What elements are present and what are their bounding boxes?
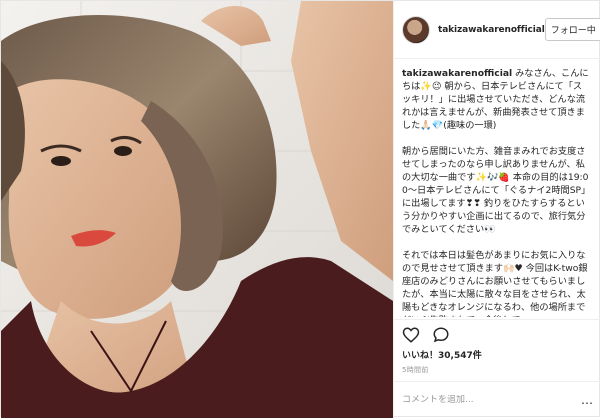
heart-icon[interactable] (400, 324, 422, 346)
post-photo[interactable] (1, 1, 393, 418)
caption-paragraph-2: 朝から居間にいた方、雑音まみれでお支度させてしまったのなら申し訳ありませんが、私… (402, 146, 591, 235)
post-sidebar: takizawakarenofficial フォロー中 takizawakare… (393, 1, 600, 418)
comment-input[interactable] (402, 395, 580, 405)
likes-count[interactable]: いいね！30,547件 (402, 348, 482, 361)
avatar[interactable] (402, 15, 430, 44)
caption: takizawakarenofficial みなさん、こんにちは✨😉 朝から、日… (394, 59, 600, 317)
action-bar (394, 319, 600, 349)
caption-paragraph-3: それでは本日は髪色があまりにお気に入りなので見せさせて頂きます🙌🏻♥ 今回はK-… (402, 250, 588, 317)
username-link[interactable]: takizawakarenofficial (438, 25, 545, 35)
comment-icon[interactable] (430, 324, 452, 346)
woman-portrait-image (1, 1, 393, 418)
post-header: takizawakarenofficial フォロー中 (394, 1, 600, 59)
caption-paragraph-1: takizawakarenofficial みなさん、こんにちは✨😉 朝から、日… (402, 67, 591, 132)
instagram-post: takizawakarenofficial フォロー中 takizawakare… (0, 0, 600, 418)
caption-username[interactable]: takizawakarenofficial (402, 68, 512, 79)
comment-bar: … (394, 381, 600, 418)
post-timestamp[interactable]: 5時間前 (402, 365, 429, 375)
more-options-icon[interactable]: … (580, 393, 594, 407)
following-button[interactable]: フォロー中 (544, 18, 600, 41)
